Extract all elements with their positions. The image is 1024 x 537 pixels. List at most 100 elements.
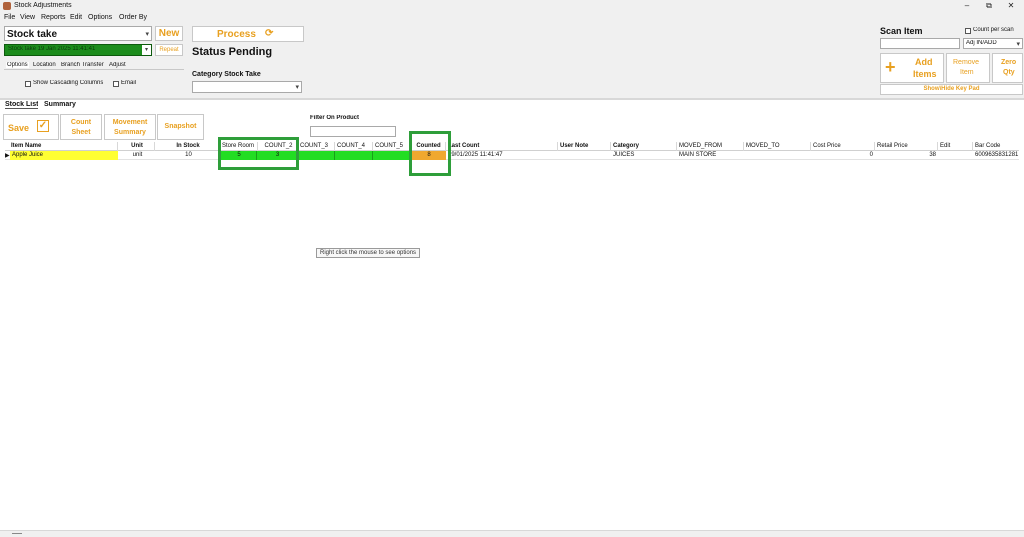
scroll-grip[interactable] [12,533,22,534]
add-items-line1: Add [915,57,933,67]
col-category[interactable]: Category [611,142,677,151]
checkbox-check-icon: ✓ [37,120,49,132]
movement-summary-button[interactable]: Movement Summary [104,114,156,140]
chevron-down-icon: ▾ [1016,41,1020,48]
restore-button[interactable]: ⧉ [978,0,1000,12]
cell-moved-to[interactable] [744,151,811,160]
chevron-down-icon: ▾ [295,84,299,91]
row-pointer-icon: ▶ [5,153,10,159]
menu-reports[interactable]: Reports [41,14,66,21]
cell-count-4[interactable] [335,151,373,160]
count-sheet-line2: Sheet [71,129,91,136]
remove-item-line2: Item [960,69,974,76]
show-cascading-checkbox[interactable] [25,81,31,87]
tab-options[interactable]: Options [6,62,29,68]
menu-edit[interactable]: Edit [70,14,82,21]
repeat-button[interactable]: Repeat [155,44,183,56]
col-user-note[interactable]: User Note [558,142,611,151]
col-moved-from[interactable]: MOVED_FROM [677,142,744,151]
scan-item-title: Scan Item [880,26,923,36]
count-sheet-line1: Count [70,119,92,126]
count-per-scan-label: Count per scan [973,27,1014,33]
cell-last-count[interactable]: 19/01/2025 11:41:47 [446,151,556,160]
col-count-3[interactable]: COUNT_3 [298,142,335,151]
cell-bar-code[interactable]: 6009635831281 [973,151,1019,160]
scan-mode-value: Adj IN/ADD [966,40,997,46]
menu-file[interactable]: File [4,14,15,21]
chevron-down-icon: ▾ [142,45,151,55]
cell-moved-from[interactable]: MAIN STORE [677,151,744,160]
filter-input[interactable] [310,126,396,137]
options-tab-strip: Options Location Branch Transfer Adjust [4,60,184,70]
col-in-stock[interactable]: In Stock [155,142,220,151]
cell-item-name[interactable]: Apple Juice [10,151,118,160]
cell-user-note[interactable] [558,151,611,160]
panel-divider [0,98,1024,100]
col-bar-code[interactable]: Bar Code [973,142,1019,151]
close-button[interactable]: ✕ [1000,0,1022,12]
cell-count-3[interactable] [297,151,335,160]
cell-unit[interactable]: unit [118,151,155,160]
tab-stock-list[interactable]: Stock List [5,101,39,109]
count-per-scan-checkbox[interactable] [965,28,971,34]
col-retail-price[interactable]: Retail Price [875,142,938,151]
col-cost-price[interactable]: Cost Price [811,142,875,151]
refresh-icon: ⟳ [265,28,274,39]
col-item-name[interactable]: Item Name [5,142,118,151]
tab-adjust[interactable]: Adjust [109,62,126,68]
doc-type-select[interactable]: Stock take ▾ [4,26,152,41]
tab-summary[interactable]: Summary [44,101,76,108]
col-unit[interactable]: Unit [118,142,155,151]
new-button[interactable]: New [155,26,183,41]
cell-in-stock[interactable]: 10 [155,151,220,160]
add-items-line2: Items [913,69,937,79]
tab-location[interactable]: Location [33,62,56,68]
process-label: Process [217,29,256,40]
col-moved-to[interactable]: MOVED_TO [744,142,811,151]
scan-item-input[interactable] [880,38,960,49]
cell-edit[interactable] [938,151,973,160]
process-button[interactable]: Process ⟳ [192,26,304,42]
cell-retail-price[interactable]: 38 [875,151,938,160]
window-title: Stock Adjustments [14,2,72,9]
tab-branch-transfer[interactable]: Branch Transfer [61,62,104,68]
doc-type-value: Stock take [7,29,58,40]
category-select[interactable]: ▾ [192,81,302,93]
col-count-4[interactable]: COUNT_4 [335,142,373,151]
title-bar: Stock Adjustments – ⧉ ✕ [0,0,1024,12]
menu-options[interactable]: Options [88,14,112,21]
filter-label: Filter On Product [310,115,360,121]
cell-count-5[interactable] [373,151,410,160]
count-sheet-button[interactable]: Count Sheet [60,114,102,140]
plus-icon: + [885,57,896,77]
minimize-button[interactable]: – [956,0,978,12]
status-strip [0,530,1024,537]
snapshot-button[interactable]: Snapshot [157,114,204,140]
menu-bar: File View Reports Edit Options Order By [0,12,1024,24]
count-columns-highlight [218,137,299,170]
col-count-5[interactable]: COUNT_5 [373,142,410,151]
menu-order-by[interactable]: Order By [119,14,147,21]
show-cascading-label: Show Cascading Columns [33,80,104,86]
grid-header: Item Name Unit In Stock Store Room COUNT… [5,142,1019,151]
stock-take-select[interactable]: Stock take 19 Jan 2025 11:41:41 ▾ [4,44,152,56]
scan-mode-select[interactable]: Adj IN/ADD ▾ [963,38,1023,49]
email-checkbox[interactable] [113,81,119,87]
chevron-down-icon: ▾ [145,31,149,38]
cell-category[interactable]: JUICES [611,151,677,160]
cell-cost-price[interactable]: 0 [811,151,875,160]
app-icon [3,2,11,10]
movement-summary-line2: Summary [114,129,146,136]
zero-qty-button[interactable]: Zero Qty [992,53,1023,83]
remove-item-button[interactable]: Remove Item [946,53,990,83]
remove-item-line1: Remove [953,59,980,66]
movement-summary-line1: Movement [112,119,148,126]
save-button[interactable]: Save ✓ [3,114,59,140]
context-tooltip: Right click the mouse to see options [316,248,421,258]
col-last-count[interactable]: Last Count [446,142,558,151]
zero-qty-line2: Qty [1003,69,1015,76]
keypad-toggle-button[interactable]: Show\Hide Key Pad [880,84,1023,95]
add-items-button[interactable]: + Add Items [880,53,944,83]
col-edit[interactable]: Edit [938,142,973,151]
menu-view[interactable]: View [20,14,35,21]
